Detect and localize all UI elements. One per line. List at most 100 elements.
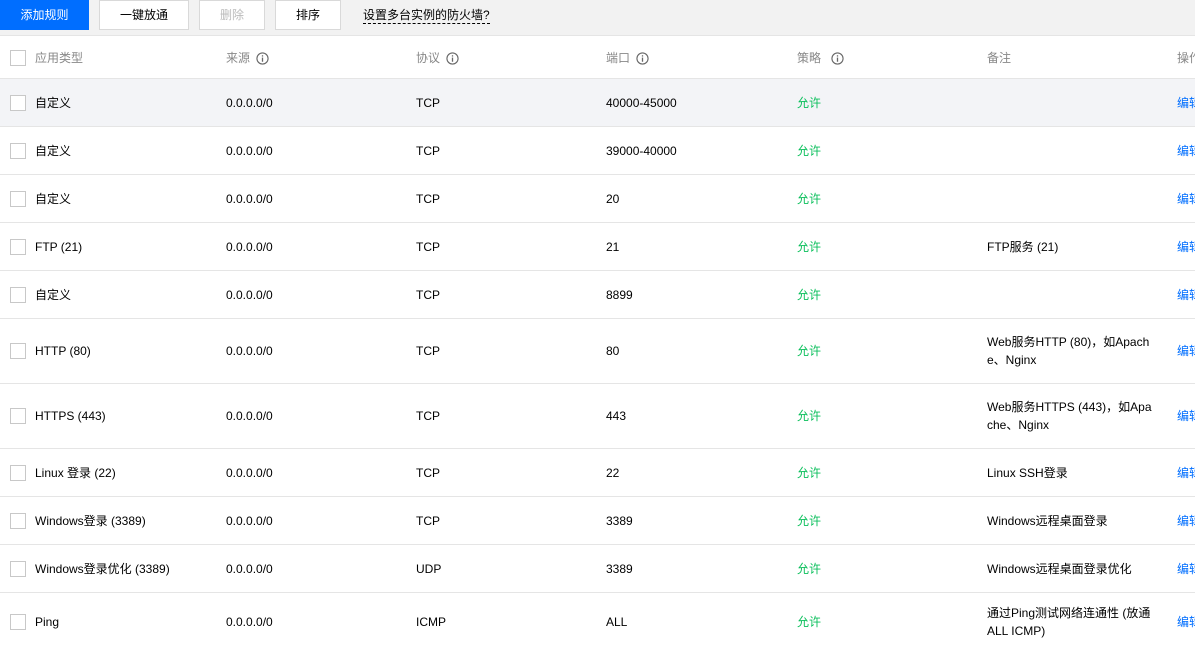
edit-link[interactable]: 编辑 bbox=[1177, 613, 1195, 631]
cell-source: 0.0.0.0/0 bbox=[226, 239, 273, 254]
row-checkbox-cell bbox=[10, 223, 26, 270]
cell-policy: 允许 bbox=[797, 615, 822, 629]
row-checkbox-cell bbox=[10, 593, 26, 651]
row-checkbox[interactable] bbox=[10, 94, 26, 111]
cell-port: 3389 bbox=[606, 513, 633, 528]
cell-policy: 允许 bbox=[797, 561, 822, 576]
cell-operation: 编辑 bbox=[1177, 79, 1195, 126]
cell-source: 0.0.0.0/0 bbox=[226, 409, 273, 423]
edit-link[interactable]: 编辑 bbox=[1177, 464, 1195, 482]
cell-source: 0.0.0.0/0 bbox=[226, 561, 273, 576]
cell-port: 20 bbox=[606, 191, 620, 206]
row-checkbox-cell bbox=[10, 127, 26, 174]
cell-protocol: TCP bbox=[416, 344, 440, 358]
cell-type: HTTPS (443) bbox=[35, 409, 106, 423]
edit-link[interactable]: 编辑 bbox=[1177, 560, 1195, 578]
cell-note: Web服务HTTPS (443)，如Apache、Nginx bbox=[987, 400, 1152, 432]
cell-type: 自定义 bbox=[35, 95, 72, 110]
cell-operation: 编辑 bbox=[1177, 319, 1195, 383]
table-row: FTP (21) 0.0.0.0/0 TCP 21 允许 FTP服务 (21) … bbox=[0, 223, 1195, 271]
cell-policy: 允许 bbox=[797, 191, 822, 206]
row-checkbox[interactable] bbox=[10, 464, 26, 481]
info-icon[interactable] bbox=[256, 51, 269, 65]
cell-port: 3389 bbox=[606, 561, 633, 576]
info-icon[interactable] bbox=[446, 51, 459, 65]
cell-port: 8899 bbox=[606, 287, 633, 302]
row-checkbox-cell bbox=[10, 497, 26, 544]
cell-port: 443 bbox=[606, 409, 627, 423]
multi-instance-firewall-help-link[interactable]: 设置多台实例的防火墙? bbox=[363, 6, 490, 24]
firewall-rules-page: 添加规则 一键放通 删除 排序 设置多台实例的防火墙? 应用类型 来源 协议 端… bbox=[0, 0, 1195, 651]
header-policy-label: 策略 bbox=[797, 51, 822, 65]
row-checkbox[interactable] bbox=[10, 190, 26, 207]
cell-policy: 允许 bbox=[797, 409, 822, 423]
cell-port: 21 bbox=[606, 239, 620, 254]
sort-button[interactable]: 排序 bbox=[275, 0, 341, 30]
delete-button[interactable]: 删除 bbox=[199, 0, 265, 30]
cell-note: Web服务HTTP (80)，如Apache、Nginx bbox=[987, 335, 1150, 367]
cell-note: 通过Ping测试网络连通性 (放通ALL ICMP) bbox=[987, 606, 1151, 638]
one-click-open-button[interactable]: 一键放通 bbox=[99, 0, 189, 30]
toolbar: 添加规则 一键放通 删除 排序 设置多台实例的防火墙? bbox=[0, 0, 1195, 36]
cell-source: 0.0.0.0/0 bbox=[226, 95, 273, 110]
cell-operation: 编辑 bbox=[1177, 449, 1195, 496]
header-checkbox-cell bbox=[10, 38, 26, 78]
info-icon[interactable] bbox=[831, 51, 844, 65]
info-icon[interactable] bbox=[636, 51, 649, 65]
cell-type: HTTP (80) bbox=[35, 344, 91, 358]
edit-link[interactable]: 编辑 bbox=[1177, 512, 1195, 530]
row-checkbox[interactable] bbox=[10, 286, 26, 303]
cell-type: Ping bbox=[35, 615, 60, 629]
edit-link[interactable]: 编辑 bbox=[1177, 286, 1195, 304]
edit-link[interactable]: 编辑 bbox=[1177, 190, 1195, 208]
cell-note: FTP服务 (21) bbox=[987, 239, 1059, 254]
row-checkbox[interactable] bbox=[10, 238, 26, 255]
cell-source: 0.0.0.0/0 bbox=[226, 615, 273, 629]
cell-protocol: TCP bbox=[416, 143, 440, 158]
cell-operation: 编辑 bbox=[1177, 175, 1195, 222]
add-rule-button[interactable]: 添加规则 bbox=[0, 0, 89, 30]
cell-operation: 编辑 bbox=[1177, 271, 1195, 318]
table-row: 自定义 0.0.0.0/0 TCP 8899 允许 编辑 bbox=[0, 271, 1195, 319]
cell-note: Linux SSH登录 bbox=[987, 465, 1068, 480]
cell-source: 0.0.0.0/0 bbox=[226, 143, 273, 158]
cell-port: 40000-45000 bbox=[606, 95, 677, 110]
cell-operation: 编辑 bbox=[1177, 545, 1195, 592]
cell-policy: 允许 bbox=[797, 513, 822, 528]
header-type: 应用类型 bbox=[35, 38, 215, 78]
cell-protocol: TCP bbox=[416, 513, 440, 528]
cell-type: Windows登录 (3389) bbox=[35, 513, 146, 528]
cell-protocol: UDP bbox=[416, 561, 442, 576]
row-checkbox[interactable] bbox=[10, 142, 26, 159]
cell-policy: 允许 bbox=[797, 143, 822, 158]
cell-protocol: TCP bbox=[416, 465, 440, 480]
cell-type: Windows登录优化 (3389) bbox=[35, 561, 170, 576]
cell-protocol: TCP bbox=[416, 95, 440, 110]
cell-source: 0.0.0.0/0 bbox=[226, 465, 273, 480]
cell-source: 0.0.0.0/0 bbox=[226, 191, 273, 206]
cell-type: 自定义 bbox=[35, 143, 72, 158]
row-checkbox[interactable] bbox=[10, 408, 26, 424]
row-checkbox[interactable] bbox=[10, 343, 26, 359]
cell-note: Windows远程桌面登录优化 bbox=[987, 561, 1132, 576]
edit-link[interactable]: 编辑 bbox=[1177, 142, 1195, 160]
edit-link[interactable]: 编辑 bbox=[1177, 407, 1195, 425]
select-all-checkbox[interactable] bbox=[10, 50, 26, 66]
cell-protocol: TCP bbox=[416, 239, 440, 254]
cell-type: 自定义 bbox=[35, 287, 72, 302]
edit-link[interactable]: 编辑 bbox=[1177, 94, 1195, 112]
cell-operation: 编辑 bbox=[1177, 593, 1195, 651]
header-source-label: 来源 bbox=[226, 51, 251, 65]
edit-link[interactable]: 编辑 bbox=[1177, 238, 1195, 256]
cell-operation: 编辑 bbox=[1177, 223, 1195, 270]
header-note: 备注 bbox=[987, 38, 1157, 78]
cell-protocol: TCP bbox=[416, 287, 440, 302]
row-checkbox[interactable] bbox=[10, 614, 26, 630]
header-note-label: 备注 bbox=[987, 51, 1012, 65]
edit-link[interactable]: 编辑 bbox=[1177, 342, 1195, 360]
row-checkbox[interactable] bbox=[10, 560, 26, 577]
cell-type: Linux 登录 (22) bbox=[35, 465, 116, 480]
header-port-label: 端口 bbox=[606, 51, 631, 65]
row-checkbox[interactable] bbox=[10, 512, 26, 529]
cell-port: 39000-40000 bbox=[606, 143, 677, 158]
